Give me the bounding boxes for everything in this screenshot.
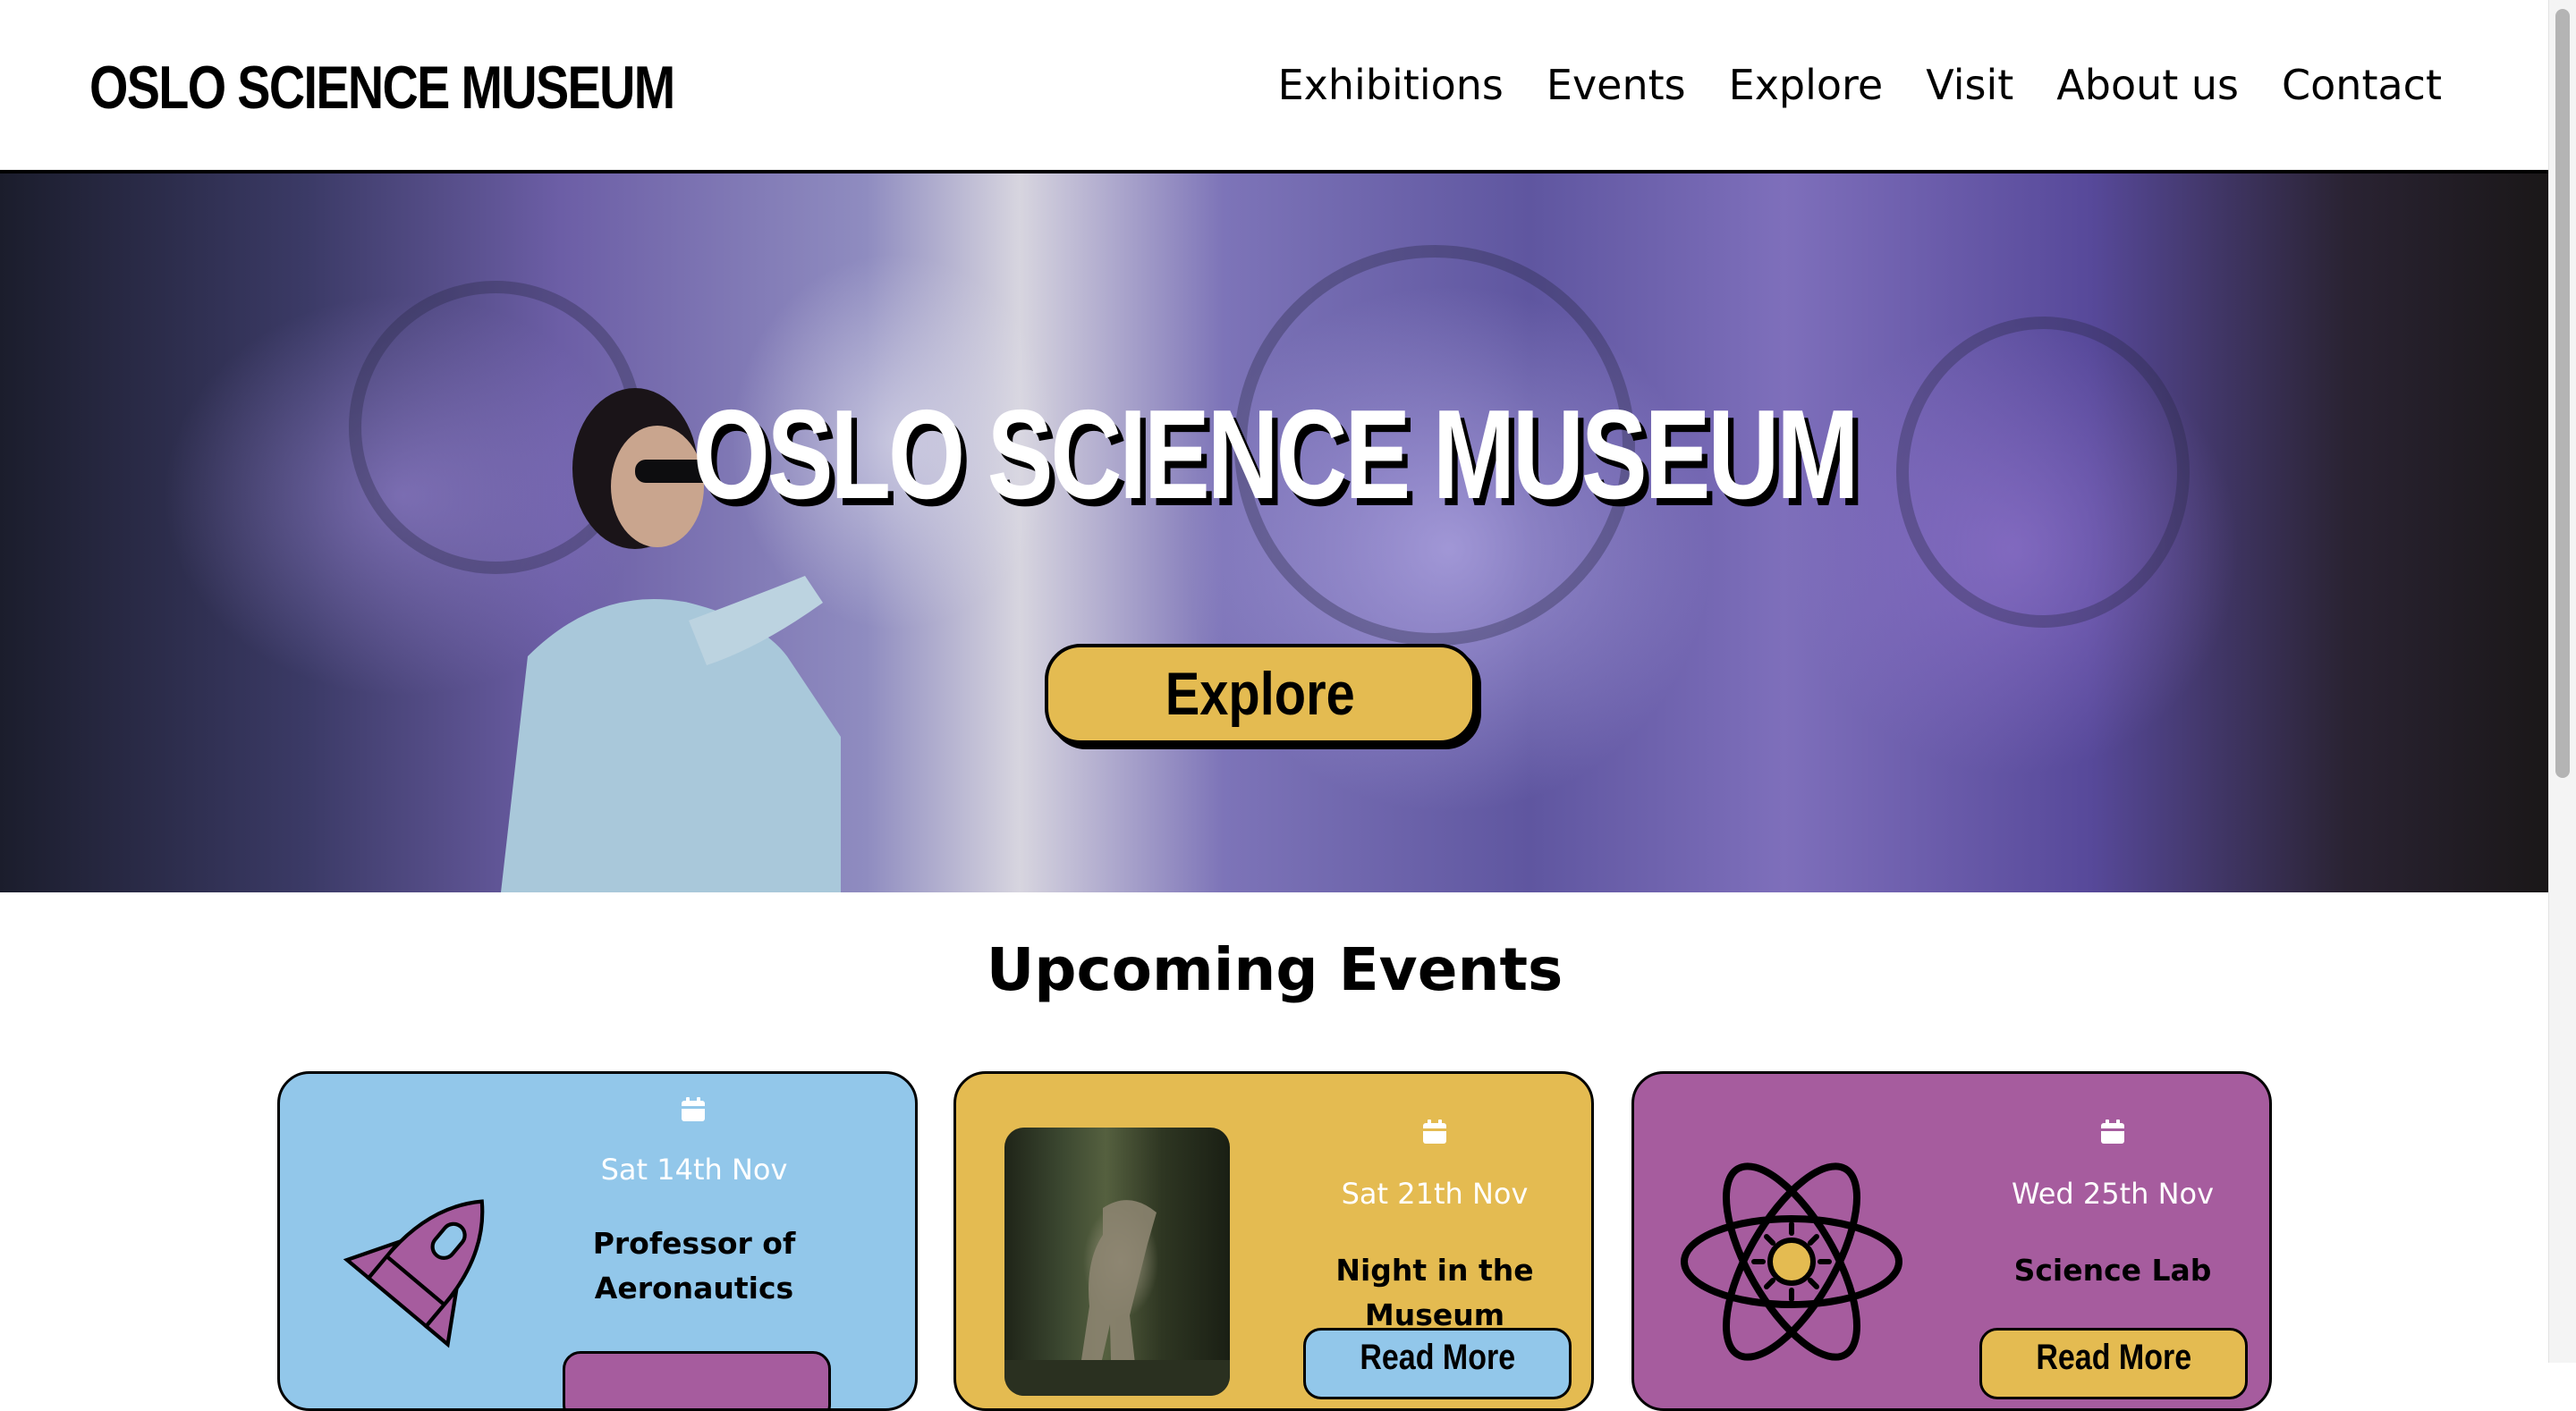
read-more-button[interactable] [563, 1351, 831, 1408]
event-title-line: Aeronautics [594, 1271, 794, 1305]
nav-exhibitions[interactable]: Exhibitions [1278, 54, 1504, 116]
rocket-icon [343, 1199, 485, 1348]
event-card-aeronautics[interactable]: Sat 14th Nov Professor of Aeronautics [277, 1071, 918, 1411]
nav-visit[interactable]: Visit [1926, 54, 2013, 116]
hero-explore-label: Explore [1165, 660, 1355, 728]
event-date: Sat 21th Nov [1341, 1177, 1529, 1211]
calendar-icon [2101, 1120, 2124, 1144]
page-scrollbar[interactable] [2548, 0, 2576, 1363]
event-date: Sat 14th Nov [600, 1153, 788, 1187]
main-nav: Exhibitions Events Explore Visit About u… [1278, 54, 2442, 116]
nav-explore[interactable]: Explore [1729, 54, 1884, 116]
dinosaur-photo [1004, 1128, 1230, 1396]
calendar-icon [682, 1097, 705, 1121]
nav-contact[interactable]: Contact [2282, 54, 2442, 116]
atom-icon [1681, 1162, 1902, 1361]
nav-events[interactable]: Events [1546, 54, 1686, 116]
nav-about-us[interactable]: About us [2056, 54, 2239, 116]
event-title: Professor of Aeronautics [575, 1221, 813, 1311]
scrollbar-thumb[interactable] [2555, 9, 2570, 778]
hero-banner: OSLO SCIENCE MUSEUM Explore [0, 173, 2549, 892]
event-card-night-museum[interactable]: Sat 21th Nov Night in the Museum Read Mo… [953, 1071, 1594, 1411]
site-logo[interactable]: OSLO SCIENCE MUSEUM [89, 52, 675, 123]
calendar-icon [1423, 1120, 1446, 1144]
site-header: OSLO SCIENCE MUSEUM Exhibitions Events E… [0, 0, 2549, 173]
event-title: Science Lab [2013, 1253, 2212, 1288]
event-card-science-lab[interactable]: Wed 25th Nov Science Lab Read More [1631, 1071, 2272, 1411]
hero-title: OSLO SCIENCE MUSEUM [692, 384, 1860, 526]
event-title-line: Professor of [592, 1226, 796, 1261]
read-more-label: Read More [2036, 1338, 2191, 1377]
read-more-label: Read More [1360, 1338, 1515, 1377]
dinosaur-silhouette [1004, 1200, 1230, 1396]
event-title: Night in the Museum [1335, 1253, 1534, 1332]
upcoming-events-heading: Upcoming Events [986, 935, 1563, 1004]
read-more-button[interactable]: Read More [1979, 1328, 2248, 1399]
read-more-button[interactable]: Read More [1303, 1328, 1572, 1399]
event-date: Wed 25th Nov [2011, 1177, 2215, 1211]
hero-explore-button[interactable]: Explore [1045, 644, 1476, 744]
